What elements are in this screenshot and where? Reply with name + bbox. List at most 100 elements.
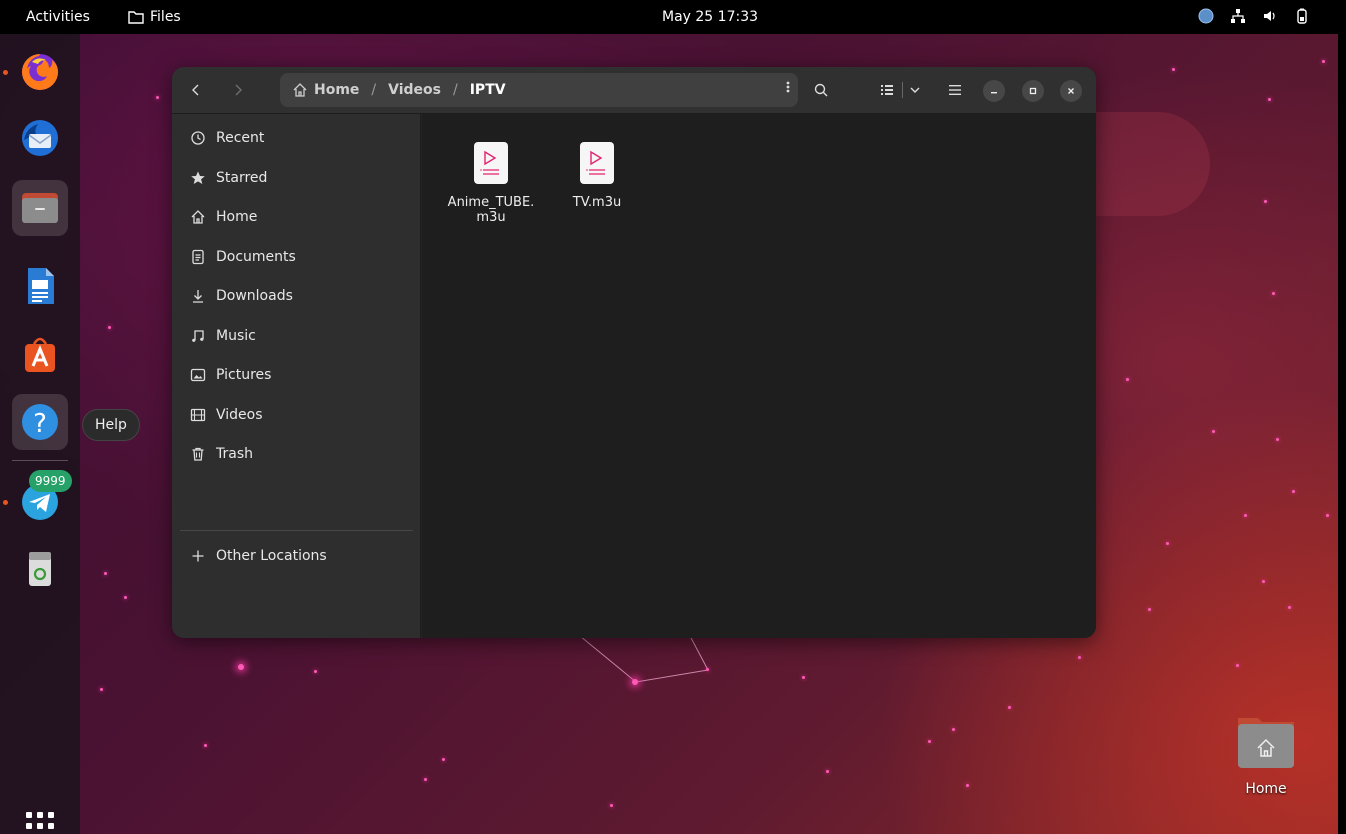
sidebar-item-label: Recent bbox=[216, 130, 265, 146]
wallpaper-star bbox=[1262, 580, 1265, 583]
search-button[interactable] bbox=[805, 75, 837, 105]
running-indicator bbox=[3, 500, 8, 505]
back-button[interactable] bbox=[180, 75, 212, 105]
grid-dot bbox=[26, 823, 32, 829]
music-icon bbox=[192, 330, 204, 342]
breadcrumb-videos[interactable]: Videos bbox=[388, 82, 441, 98]
sidebar-item-trash[interactable]: Trash bbox=[190, 436, 253, 472]
wallpaper-star bbox=[928, 740, 931, 743]
wallpaper-star bbox=[1008, 706, 1011, 709]
list-view-icon bbox=[881, 82, 920, 98]
sidebar-item-recent[interactable]: Recent bbox=[190, 120, 264, 156]
home-icon bbox=[293, 83, 307, 97]
wallpaper-star bbox=[952, 728, 955, 731]
wallpaper-star bbox=[1126, 378, 1129, 381]
dock-item-trash[interactable] bbox=[12, 540, 68, 596]
header-bar: Home / Videos / IPTV bbox=[172, 67, 1096, 114]
file-view[interactable]: Anime_TUBE.m3u TV.m3u bbox=[422, 114, 1096, 638]
dock-item-writer[interactable] bbox=[12, 258, 68, 314]
wallpaper-star bbox=[802, 676, 805, 679]
breadcrumb-current[interactable]: IPTV bbox=[470, 82, 506, 98]
grid-dot bbox=[26, 812, 32, 818]
app-menu-label: Files bbox=[150, 9, 181, 25]
grid-dot bbox=[37, 823, 43, 829]
wallpaper-star bbox=[1172, 68, 1175, 71]
system-tray[interactable] bbox=[1198, 8, 1310, 24]
dock-separator bbox=[12, 460, 68, 461]
wallpaper-star bbox=[100, 688, 103, 691]
wallpaper-star bbox=[966, 784, 969, 787]
path-menu-button[interactable] bbox=[786, 80, 790, 98]
wallpaper-star bbox=[632, 679, 638, 685]
files-icon bbox=[22, 193, 58, 223]
wallpaper-star bbox=[204, 744, 207, 747]
thunderbird-icon bbox=[22, 120, 58, 156]
dock-item-help[interactable]: ? bbox=[12, 394, 68, 450]
wallpaper-star bbox=[1268, 98, 1271, 101]
network-icon[interactable] bbox=[1230, 8, 1246, 24]
notification-badge: 9999 bbox=[29, 470, 72, 492]
sidebar-item-home[interactable]: Home bbox=[190, 199, 257, 235]
file-item[interactable]: Anime_TUBE.m3u bbox=[443, 141, 539, 237]
breadcrumb-separator: / bbox=[453, 82, 458, 98]
sidebar-item-label: Documents bbox=[216, 249, 296, 265]
file-item[interactable]: TV.m3u bbox=[549, 141, 645, 237]
search-icon bbox=[814, 83, 828, 97]
file-name: Anime_TUBE.m3u bbox=[447, 195, 535, 225]
close-button[interactable] bbox=[1060, 80, 1082, 102]
sidebar-item-documents[interactable]: Documents bbox=[190, 239, 296, 275]
sidebar-item-videos[interactable]: Videos bbox=[190, 397, 263, 433]
wallpaper-star bbox=[1276, 438, 1279, 441]
globe-status-icon[interactable] bbox=[1198, 8, 1214, 24]
minimize-icon bbox=[991, 92, 997, 94]
sidebar-item-other-locations[interactable]: Other Locations bbox=[190, 538, 327, 574]
wallpaper-star bbox=[1322, 60, 1325, 63]
clock[interactable]: May 25 17:33 bbox=[662, 9, 758, 25]
dock-item-app-center[interactable] bbox=[12, 326, 68, 382]
sidebar-item-label: Pictures bbox=[216, 367, 272, 383]
desktop-home-folder[interactable]: Home bbox=[1224, 712, 1308, 802]
trash-icon bbox=[192, 447, 204, 461]
wallpaper-star bbox=[1264, 200, 1267, 203]
wallpaper-star bbox=[1244, 514, 1247, 517]
wallpaper-star bbox=[1292, 490, 1295, 493]
view-options-button[interactable] bbox=[876, 75, 930, 105]
wallpaper-star bbox=[1288, 606, 1291, 609]
running-indicator bbox=[3, 70, 8, 75]
sidebar-item-music[interactable]: Music bbox=[190, 318, 256, 354]
dock-tooltip: Help bbox=[82, 409, 140, 441]
path-bar[interactable]: Home / Videos / IPTV bbox=[280, 73, 798, 107]
forward-button[interactable] bbox=[222, 75, 254, 105]
dock-item-firefox[interactable] bbox=[12, 44, 68, 100]
wallpaper-star bbox=[104, 572, 107, 575]
dock-item-files[interactable] bbox=[12, 180, 68, 236]
video-icon bbox=[190, 408, 206, 422]
volume-icon[interactable] bbox=[1262, 8, 1278, 24]
wallpaper-star bbox=[610, 804, 613, 807]
dock-item-thunderbird[interactable] bbox=[12, 110, 68, 166]
main-menu-button[interactable] bbox=[939, 75, 971, 105]
wallpaper-star bbox=[706, 668, 709, 671]
sidebar-item-starred[interactable]: Starred bbox=[190, 160, 267, 196]
sidebar-item-label: Home bbox=[216, 209, 258, 225]
home-icon bbox=[191, 210, 205, 224]
home-folder-icon bbox=[1238, 718, 1294, 768]
sidebar-item-pictures[interactable]: Pictures bbox=[190, 357, 271, 393]
file-name: TV.m3u bbox=[572, 195, 622, 210]
kebab-menu-icon bbox=[786, 81, 790, 93]
sidebar-item-downloads[interactable]: Downloads bbox=[190, 278, 293, 314]
maximize-icon bbox=[1029, 87, 1037, 95]
minimize-button[interactable] bbox=[983, 80, 1005, 102]
activities-button[interactable]: Activities bbox=[26, 9, 90, 25]
wallpaper-star bbox=[1326, 514, 1329, 517]
battery-icon[interactable] bbox=[1294, 8, 1310, 24]
maximize-button[interactable] bbox=[1022, 80, 1044, 102]
plus-icon bbox=[192, 550, 204, 562]
wallpaper-star bbox=[1166, 542, 1169, 545]
svg-text:?: ? bbox=[33, 409, 47, 439]
firefox-icon bbox=[22, 54, 58, 90]
wallpaper-star bbox=[1272, 292, 1275, 295]
app-menu-files[interactable]: Files bbox=[128, 9, 181, 25]
show-apps-button[interactable] bbox=[26, 812, 56, 834]
breadcrumb-home[interactable]: Home bbox=[314, 82, 359, 98]
